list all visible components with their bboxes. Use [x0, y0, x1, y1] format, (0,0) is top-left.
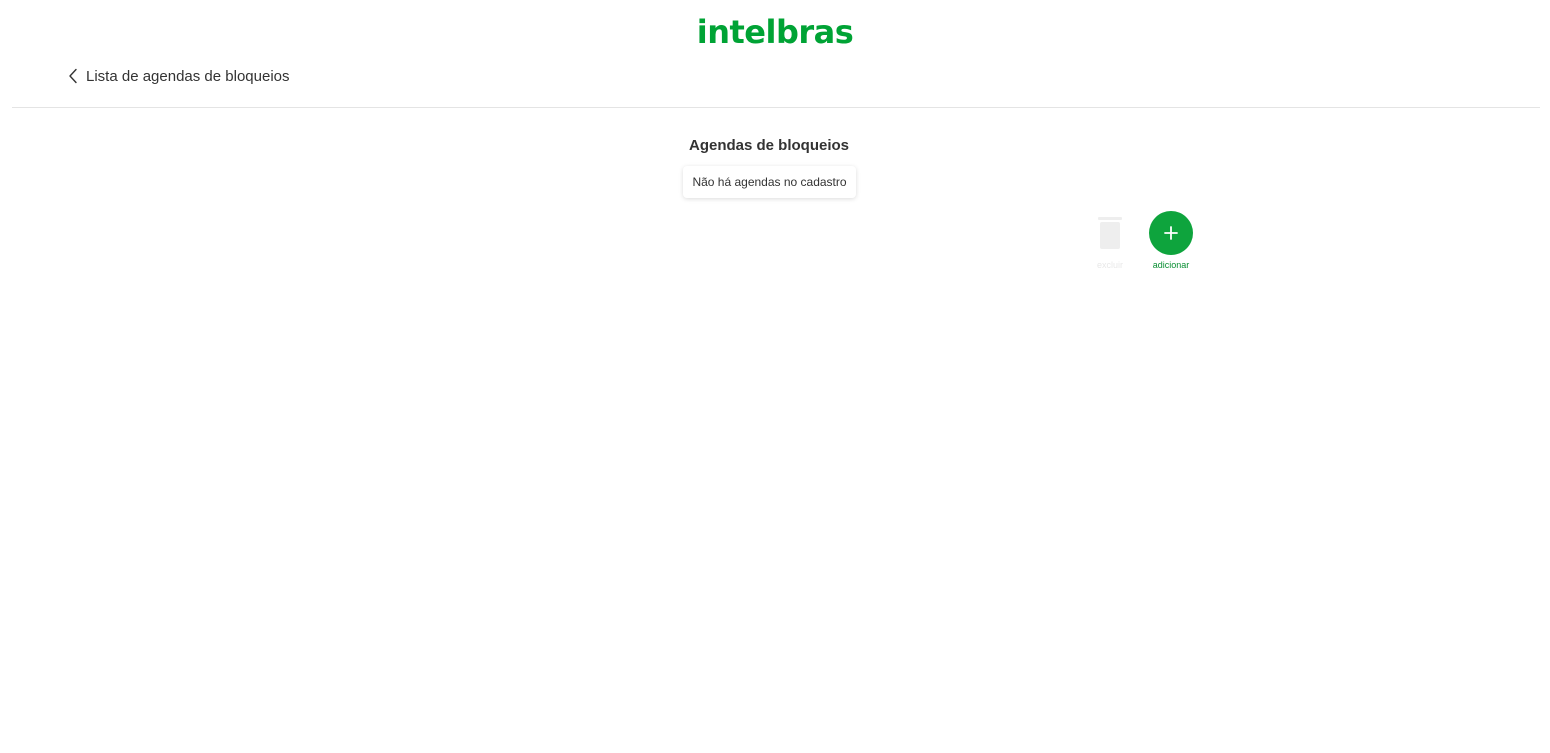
delete-label: excluir — [1096, 260, 1123, 270]
header-divider — [12, 107, 1540, 108]
page-title: Agendas de bloqueios — [688, 137, 850, 154]
back-link[interactable]: Lista de agendas de bloqueios — [68, 64, 290, 88]
delete-button: excluir — [1080, 211, 1140, 271]
add-label: adicionar — [1152, 260, 1190, 270]
add-button[interactable]: adicionar — [1141, 211, 1201, 271]
intelbras-logo: intelbras — [696, 13, 854, 51]
trash-icon — [1088, 211, 1132, 255]
empty-state-message: Não há agendas no cadastro — [683, 166, 856, 198]
back-link-label: Lista de agendas de bloqueios — [86, 67, 290, 85]
chevron-left-icon — [68, 68, 78, 84]
page: intelbras Lista de agendas de bloqueios … — [0, 0, 1550, 753]
plus-icon — [1149, 211, 1193, 255]
